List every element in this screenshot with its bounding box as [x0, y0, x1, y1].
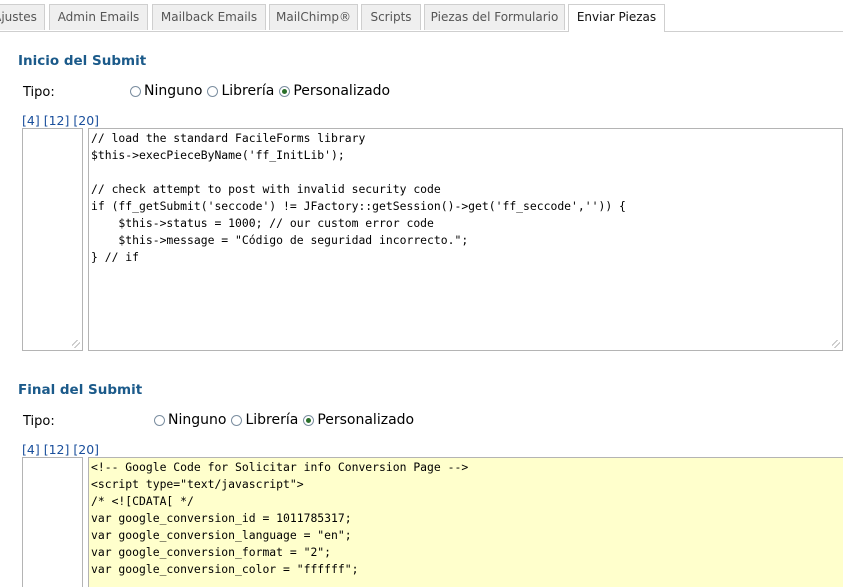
code-line: // check attempt to post with invalid se… [91, 182, 441, 196]
link-20[interactable]: [20] [73, 442, 99, 457]
link-20[interactable]: [20] [73, 113, 99, 128]
radio-libreria[interactable] [231, 414, 243, 426]
code-line: var google_conversion_color = "ffffff"; [91, 562, 359, 576]
radio-label-personalizado: Personalizado [317, 412, 415, 428]
code-line: <script type="text/javascript"> [91, 477, 304, 491]
code-line: if (ff_getSubmit('seccode') != JFactory:… [91, 199, 626, 213]
section-title-submit-start: Inicio del Submit [18, 53, 147, 69]
code-line: ​ [91, 164, 840, 181]
tab-mailback-emails[interactable]: Mailback Emails [152, 4, 266, 30]
line-numbers-pane[interactable] [22, 457, 83, 587]
radio-personalizado[interactable] [279, 85, 291, 97]
code-editor-submit-end[interactable]: <!-- Google Code for Solicitar info Conv… [88, 457, 843, 587]
code-line: $this->status = 1000; // our custom erro… [91, 216, 434, 230]
link-12[interactable]: [12] [44, 113, 70, 128]
resize-grip-icon[interactable] [72, 340, 80, 348]
line-links: [4] [12] [20] [22, 113, 99, 128]
line-links: [4] [12] [20] [22, 442, 99, 457]
radio-ninguno[interactable] [154, 414, 165, 426]
link-4[interactable]: [4] [22, 113, 40, 128]
radio-label-ninguno: Ninguno [168, 412, 227, 428]
code-line: var google_conversion_format = "2"; [91, 545, 332, 559]
section-title-submit-end: Final del Submit [18, 382, 143, 398]
code-line: $this->execPieceByName('ff_InitLib'); [91, 148, 345, 162]
tab-ajustes[interactable]: Ajustes [0, 4, 45, 30]
code-line: } // if [91, 250, 140, 264]
code-line: $this->message = "Código de seguridad in… [91, 233, 469, 247]
code-line: var google_conversion_language = "en"; [91, 528, 352, 542]
tipo-radio-group: Ninguno Librería Personalizado [130, 83, 395, 99]
tab-bar: Ajustes Admin Emails Mailback Emails Mai… [0, 0, 843, 32]
tab-piezas-del-formulario[interactable]: Piezas del Formulario [424, 4, 565, 30]
resize-grip-icon[interactable] [832, 340, 840, 348]
tab-admin-emails[interactable]: Admin Emails [49, 4, 148, 30]
tipo-label: Tipo: [23, 414, 55, 429]
tipo-radio-group: Ninguno Librería Personalizado [154, 412, 419, 428]
code-line: /* <![CDATA[ */ [91, 494, 194, 508]
link-4[interactable]: [4] [22, 442, 40, 457]
radio-libreria[interactable] [207, 85, 219, 97]
radio-label-libreria: Librería [245, 412, 299, 428]
code-line: // load the standard FacileForms library [91, 131, 366, 145]
radio-ninguno[interactable] [130, 85, 141, 97]
code-line: <!-- Google Code for Solicitar info Conv… [91, 460, 469, 474]
code-editor-submit-start[interactable]: // load the standard FacileForms library… [88, 128, 843, 351]
radio-label-libreria: Librería [221, 83, 275, 99]
tab-enviar-piezas[interactable]: Enviar Piezas [568, 4, 665, 32]
tab-scripts[interactable]: Scripts [361, 4, 421, 30]
code-line: var google_conversion_id = 1011785317; [91, 511, 352, 525]
line-numbers-pane[interactable] [22, 128, 83, 351]
tab-mailchimp[interactable]: MailChimp® [269, 4, 358, 30]
radio-personalizado[interactable] [303, 414, 315, 426]
tipo-label: Tipo: [23, 85, 55, 100]
link-12[interactable]: [12] [44, 442, 70, 457]
radio-label-ninguno: Ninguno [144, 83, 203, 99]
radio-label-personalizado: Personalizado [293, 83, 391, 99]
